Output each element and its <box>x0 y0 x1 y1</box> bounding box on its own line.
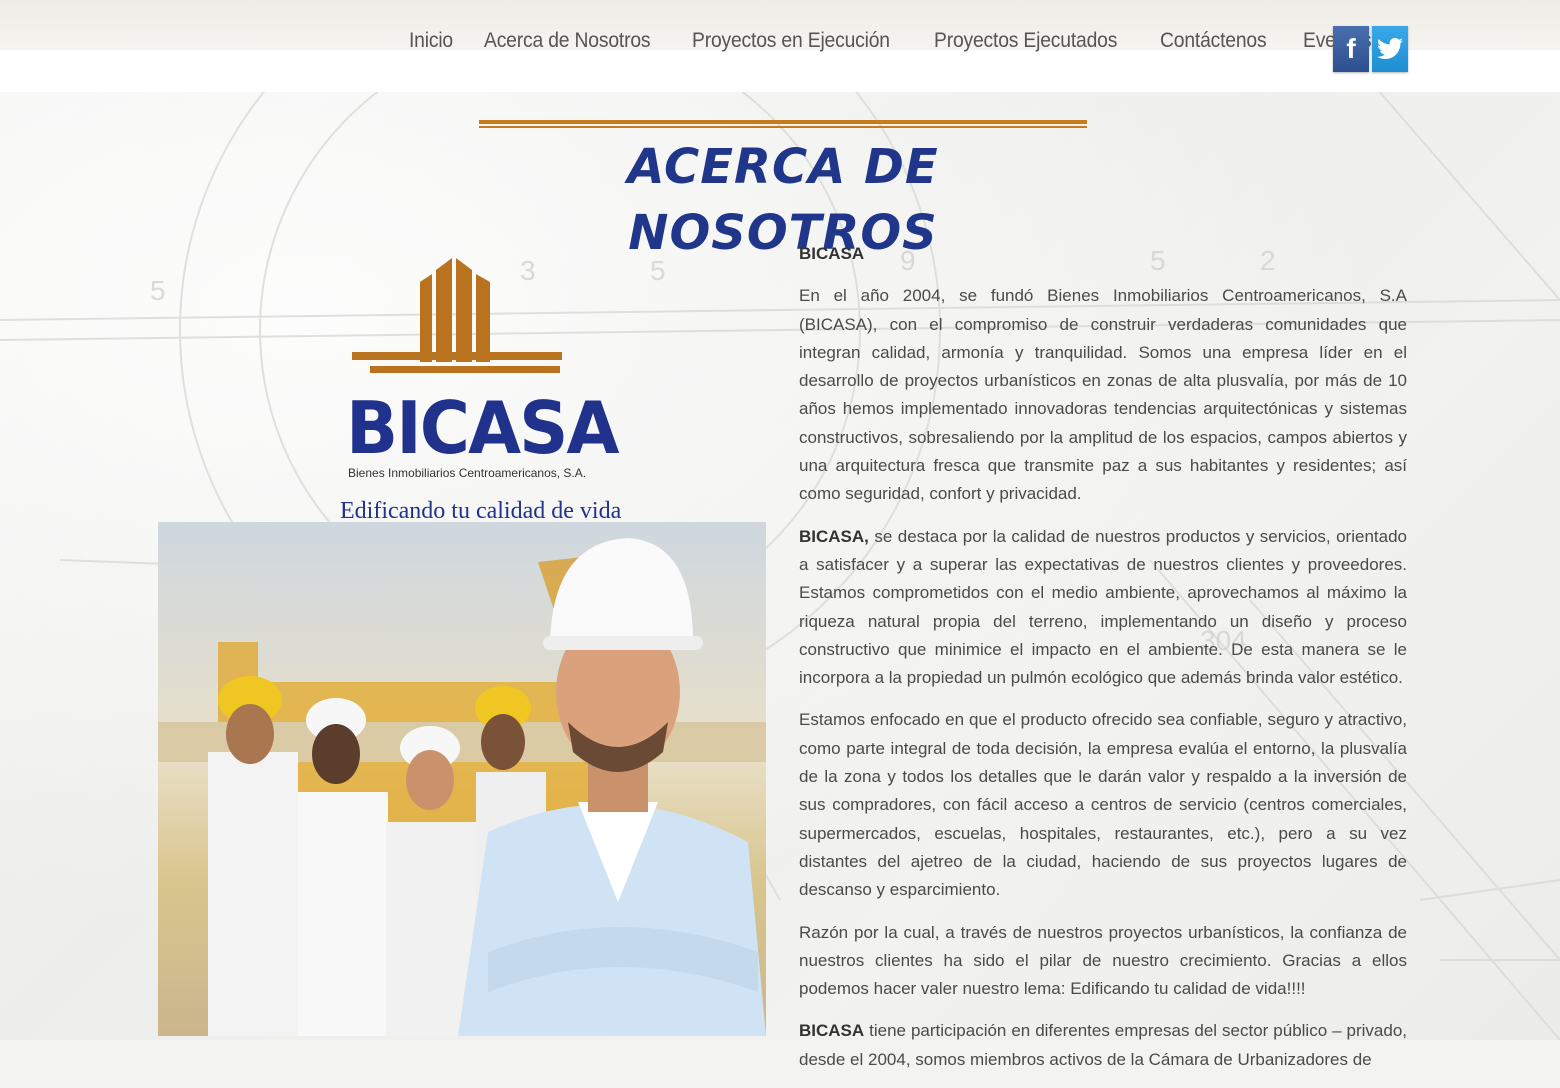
facebook-icon[interactable]: f <box>1333 26 1369 72</box>
brand-name: BICASA, <box>799 526 869 546</box>
title-rule-bottom <box>479 126 1087 128</box>
paragraph-5: BICASA tiene participación en diferentes… <box>799 1017 1407 1074</box>
paragraph-2-body: se destaca por la calidad de nuestros pr… <box>799 526 1407 688</box>
bicasa-logo-icon <box>352 258 562 373</box>
twitter-icon[interactable] <box>1372 26 1408 72</box>
twitter-bird-icon <box>1377 38 1403 60</box>
paragraph-1: En el año 2004, se fundó Bienes Inmobili… <box>799 286 1407 504</box>
brand-name: BICASA <box>799 1021 865 1041</box>
svg-text:5: 5 <box>150 275 166 306</box>
logo-subtitle: Bienes Inmobiliarios Centroamericanos, S… <box>348 466 587 480</box>
title-rule-top <box>479 120 1087 124</box>
paragraph-4: Razón por la cual, a través de nuestros … <box>799 922 1407 999</box>
nav-inicio[interactable]: Inicio <box>409 26 453 56</box>
nav-contactenos[interactable]: Contáctenos <box>1160 26 1267 56</box>
workers-photo <box>158 522 766 1036</box>
main-nav: Inicio Acerca de Nosotros Proyectos en E… <box>409 26 1404 56</box>
facebook-glyph: f <box>1346 33 1356 64</box>
social-links: f <box>1333 26 1408 72</box>
about-text: BICASA En el año 2004, se fundó Bienes I… <box>799 240 1407 1088</box>
paragraph-2: BICASA, se destaca por la calidad de nue… <box>799 523 1407 693</box>
paragraph-5-body: tiene participación en diferentes empres… <box>799 1021 1407 1069</box>
nav-proyectos-ejecutados[interactable]: Proyectos Ejecutados <box>934 26 1117 56</box>
header-band <box>0 50 1560 92</box>
nav-acerca-de-nosotros[interactable]: Acerca de Nosotros <box>484 26 651 56</box>
paragraph-3: Estamos enfocado en que el producto ofre… <box>799 710 1407 900</box>
logo-wordmark: BICASA <box>346 386 619 470</box>
construction-workers-image <box>158 538 766 1036</box>
nav-proyectos-en-ejecucion[interactable]: Proyectos en Ejecución <box>692 26 890 56</box>
section-heading: BICASA <box>799 244 865 263</box>
